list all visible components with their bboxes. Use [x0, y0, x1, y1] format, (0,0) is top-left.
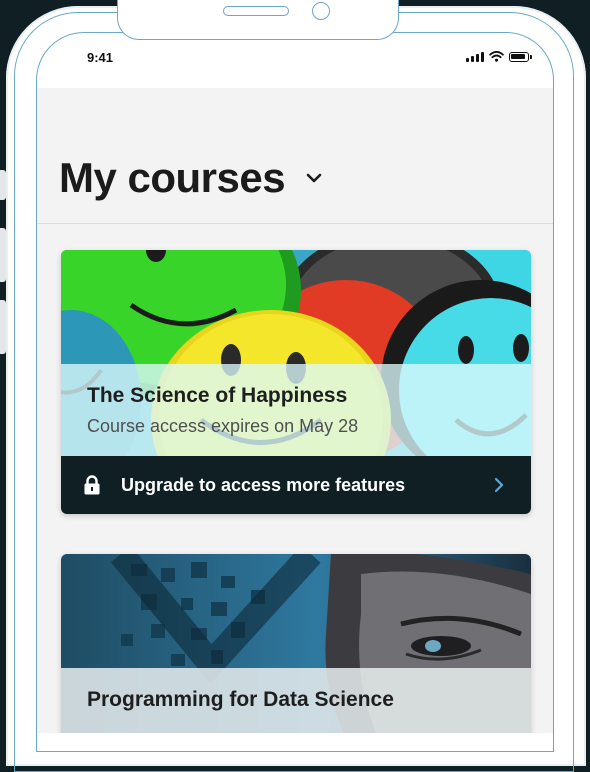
- course-title: The Science of Happiness: [87, 384, 348, 407]
- wifi-icon: [489, 51, 504, 62]
- course-title: Programming for Data Science: [87, 688, 394, 711]
- chevron-down-icon[interactable]: [303, 167, 325, 189]
- page-header: My courses: [37, 88, 553, 224]
- course-list: The Science of Happiness Course access e…: [37, 224, 553, 733]
- status-bar: 9:41: [37, 33, 553, 88]
- notch: [117, 0, 399, 40]
- battery-icon: [509, 52, 532, 62]
- camera-icon: [312, 2, 330, 20]
- upgrade-label: Upgrade to access more features: [121, 474, 406, 495]
- phone-screen: 9:41 My courses The Science of Happiness…: [37, 33, 553, 733]
- page-title: My courses: [59, 154, 286, 201]
- status-icons: [466, 51, 532, 62]
- title-row[interactable]: My courses: [59, 154, 325, 202]
- signal-icon: [466, 51, 484, 62]
- course-card[interactable]: The Science of Happiness Course access e…: [61, 250, 531, 514]
- speaker-icon: [223, 6, 289, 16]
- lock-icon: [84, 475, 100, 495]
- chevron-right-icon: [494, 477, 504, 493]
- course-card[interactable]: Programming for Data Science: [61, 554, 531, 733]
- course-info: The Science of Happiness Course access e…: [61, 364, 531, 456]
- status-time: 9:41: [87, 50, 114, 65]
- upgrade-button[interactable]: Upgrade to access more features: [61, 456, 531, 514]
- course-expiry: Course access expires on May 28: [87, 416, 359, 436]
- course-info: Programming for Data Science: [61, 668, 531, 733]
